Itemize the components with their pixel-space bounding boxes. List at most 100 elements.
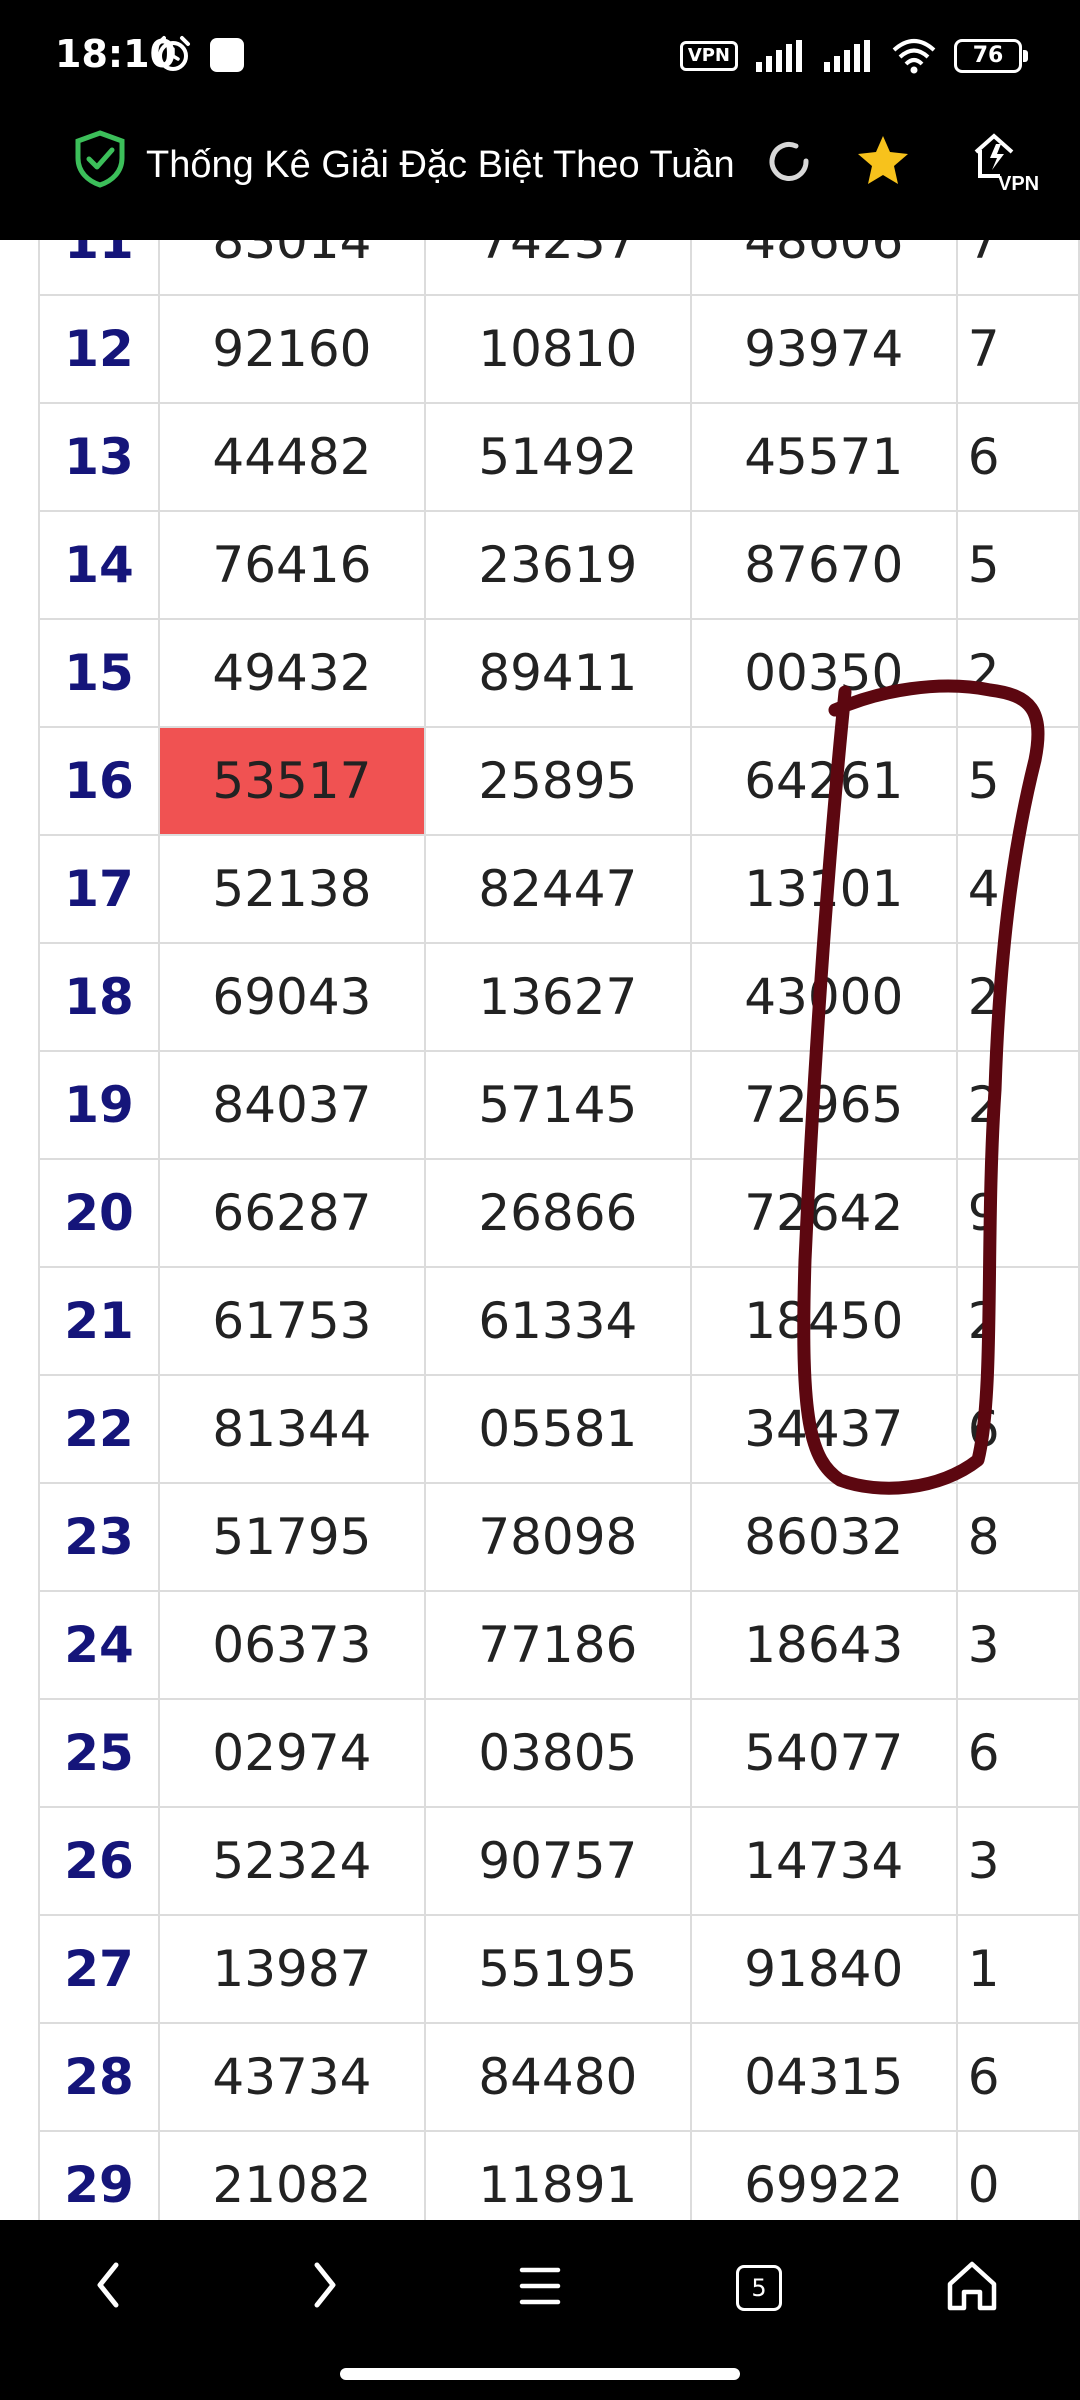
- cell-col-4: 8: [955, 1482, 1080, 1592]
- cell-col-1: 06373: [157, 1590, 426, 1700]
- row-number: 24: [38, 1590, 160, 1700]
- cell-col-3: 18643: [689, 1590, 958, 1700]
- table-row: 29 21082 11891 69922 0: [38, 2130, 1080, 2220]
- cell-col-2: 55195: [423, 1914, 692, 2024]
- cell-col-1: 13987: [157, 1914, 426, 2024]
- cell-col-2: 25895: [423, 726, 692, 836]
- cell-col-1: 61753: [157, 1266, 426, 1376]
- home-icon[interactable]: [944, 2258, 1000, 2314]
- cell-col-1: 02974: [157, 1698, 426, 1808]
- cell-col-4: 3: [955, 1590, 1080, 1700]
- cell-col-1: 51795: [157, 1482, 426, 1592]
- cell-col-4: 5: [955, 726, 1080, 836]
- cell-col-3: 69922: [689, 2130, 958, 2220]
- cell-col-1: 66287: [157, 1158, 426, 1268]
- status-icons: VPN 76: [679, 36, 1028, 76]
- cell-col-3: 86032: [689, 1482, 958, 1592]
- table-row: 23 51795 78098 86032 8: [38, 1482, 1080, 1592]
- cell-col-4: 6: [955, 402, 1080, 512]
- back-arrow-icon[interactable]: [88, 2255, 128, 2315]
- vpn-icon[interactable]: VPN: [970, 130, 1040, 192]
- cell-col-4: 5: [955, 510, 1080, 620]
- cell-col-4: 6: [955, 1698, 1080, 1808]
- reload-icon[interactable]: [766, 138, 812, 184]
- row-number: 23: [38, 1482, 160, 1592]
- cell-col-1: 52324: [157, 1806, 426, 1916]
- table-row: 27 13987 55195 91840 1: [38, 1914, 1080, 2024]
- notification-app-icon: [210, 38, 244, 72]
- cell-col-1: 52138: [157, 834, 426, 944]
- row-number: 15: [38, 618, 160, 728]
- cell-col-4: 3: [955, 1806, 1080, 1916]
- cell-col-4: 9: [955, 1158, 1080, 1268]
- table-row: 16 53517 25895 64261 5: [38, 726, 1080, 836]
- tabs-button[interactable]: 5: [736, 2265, 782, 2311]
- svg-text:VPN: VPN: [998, 173, 1039, 192]
- cell-col-3: 64261: [689, 726, 958, 836]
- content-area[interactable]: 11 83014 74237 48606 7 12 92160 10810 93974 7 13 44…: [0, 240, 1080, 2220]
- table-row: 12 92160 10810 93974 7: [38, 294, 1080, 404]
- table-row: 11 83014 74237 48606 7: [38, 240, 1080, 296]
- table-row: 17 52138 82447 13101 4: [38, 834, 1080, 944]
- table-row: 25 02974 03805 54077 6: [38, 1698, 1080, 1808]
- special-prize-table: 11 83014 74237 48606 7 12 92160 10810 93974 7 13 44…: [38, 240, 1080, 2220]
- row-number: 17: [38, 834, 160, 944]
- row-number: 18: [38, 942, 160, 1052]
- cell-col-3: 43000: [689, 942, 958, 1052]
- row-number: 16: [38, 726, 160, 836]
- row-number: 26: [38, 1806, 160, 1916]
- star-icon[interactable]: [856, 134, 910, 186]
- cell-col-1: 81344: [157, 1374, 426, 1484]
- cell-col-4: 0: [955, 2130, 1080, 2220]
- cell-col-1: 69043: [157, 942, 426, 1052]
- cell-col-1: 49432: [157, 618, 426, 728]
- battery-indicator: 76: [954, 39, 1028, 73]
- cell-col-2: 84480: [423, 2022, 692, 2132]
- cell-col-2: 23619: [423, 510, 692, 620]
- cell-col-3: 45571: [689, 402, 958, 512]
- cell-col-3: 48606: [689, 240, 958, 296]
- cell-col-1: 43734: [157, 2022, 426, 2132]
- cell-col-2: 89411: [423, 618, 692, 728]
- cell-col-4: 2: [955, 1050, 1080, 1160]
- cell-col-4: 7: [955, 294, 1080, 404]
- cell-col-4: 6: [955, 1374, 1080, 1484]
- cell-col-3: 14734: [689, 1806, 958, 1916]
- cell-col-3: 18450: [689, 1266, 958, 1376]
- cell-col-1: 92160: [157, 294, 426, 404]
- cell-col-2: 74237: [423, 240, 692, 296]
- menu-icon[interactable]: [516, 2262, 564, 2310]
- row-number: 22: [38, 1374, 160, 1484]
- cell-col-3: 13101: [689, 834, 958, 944]
- signal-icon-2: [824, 40, 870, 72]
- cell-col-4: 7: [955, 240, 1080, 296]
- cell-col-2: 05581: [423, 1374, 692, 1484]
- cell-col-2: 78098: [423, 1482, 692, 1592]
- cell-col-1: 53517: [157, 726, 426, 836]
- table-row: 22 81344 05581 34437 6: [38, 1374, 1080, 1484]
- cell-col-2: 03805: [423, 1698, 692, 1808]
- row-number: 27: [38, 1914, 160, 2024]
- row-number: 28: [38, 2022, 160, 2132]
- forward-arrow-icon[interactable]: [305, 2255, 345, 2315]
- cell-col-4: 2: [955, 942, 1080, 1052]
- cell-col-3: 34437: [689, 1374, 958, 1484]
- cell-col-3: 00350: [689, 618, 958, 728]
- row-number: 25: [38, 1698, 160, 1808]
- page-title[interactable]: Thống Kê Giải Đặc Biệt Theo Tuần: [146, 140, 746, 190]
- status-bar: 18:10 VPN 76: [0, 0, 1080, 115]
- cell-col-4: 4: [955, 834, 1080, 944]
- cell-col-2: 77186: [423, 1590, 692, 1700]
- cell-col-1: 21082: [157, 2130, 426, 2220]
- table-row: 24 06373 77186 18643 3: [38, 1590, 1080, 1700]
- cell-col-2: 82447: [423, 834, 692, 944]
- alarm-icon: [156, 36, 190, 71]
- vpn-status-badge: VPN: [679, 41, 738, 71]
- signal-icon: [756, 40, 802, 72]
- cell-col-3: 93974: [689, 294, 958, 404]
- home-indicator[interactable]: [340, 2368, 740, 2380]
- cell-col-4: 1: [955, 1914, 1080, 2024]
- cell-col-2: 57145: [423, 1050, 692, 1160]
- shield-check-icon[interactable]: [74, 130, 126, 188]
- row-number: 14: [38, 510, 160, 620]
